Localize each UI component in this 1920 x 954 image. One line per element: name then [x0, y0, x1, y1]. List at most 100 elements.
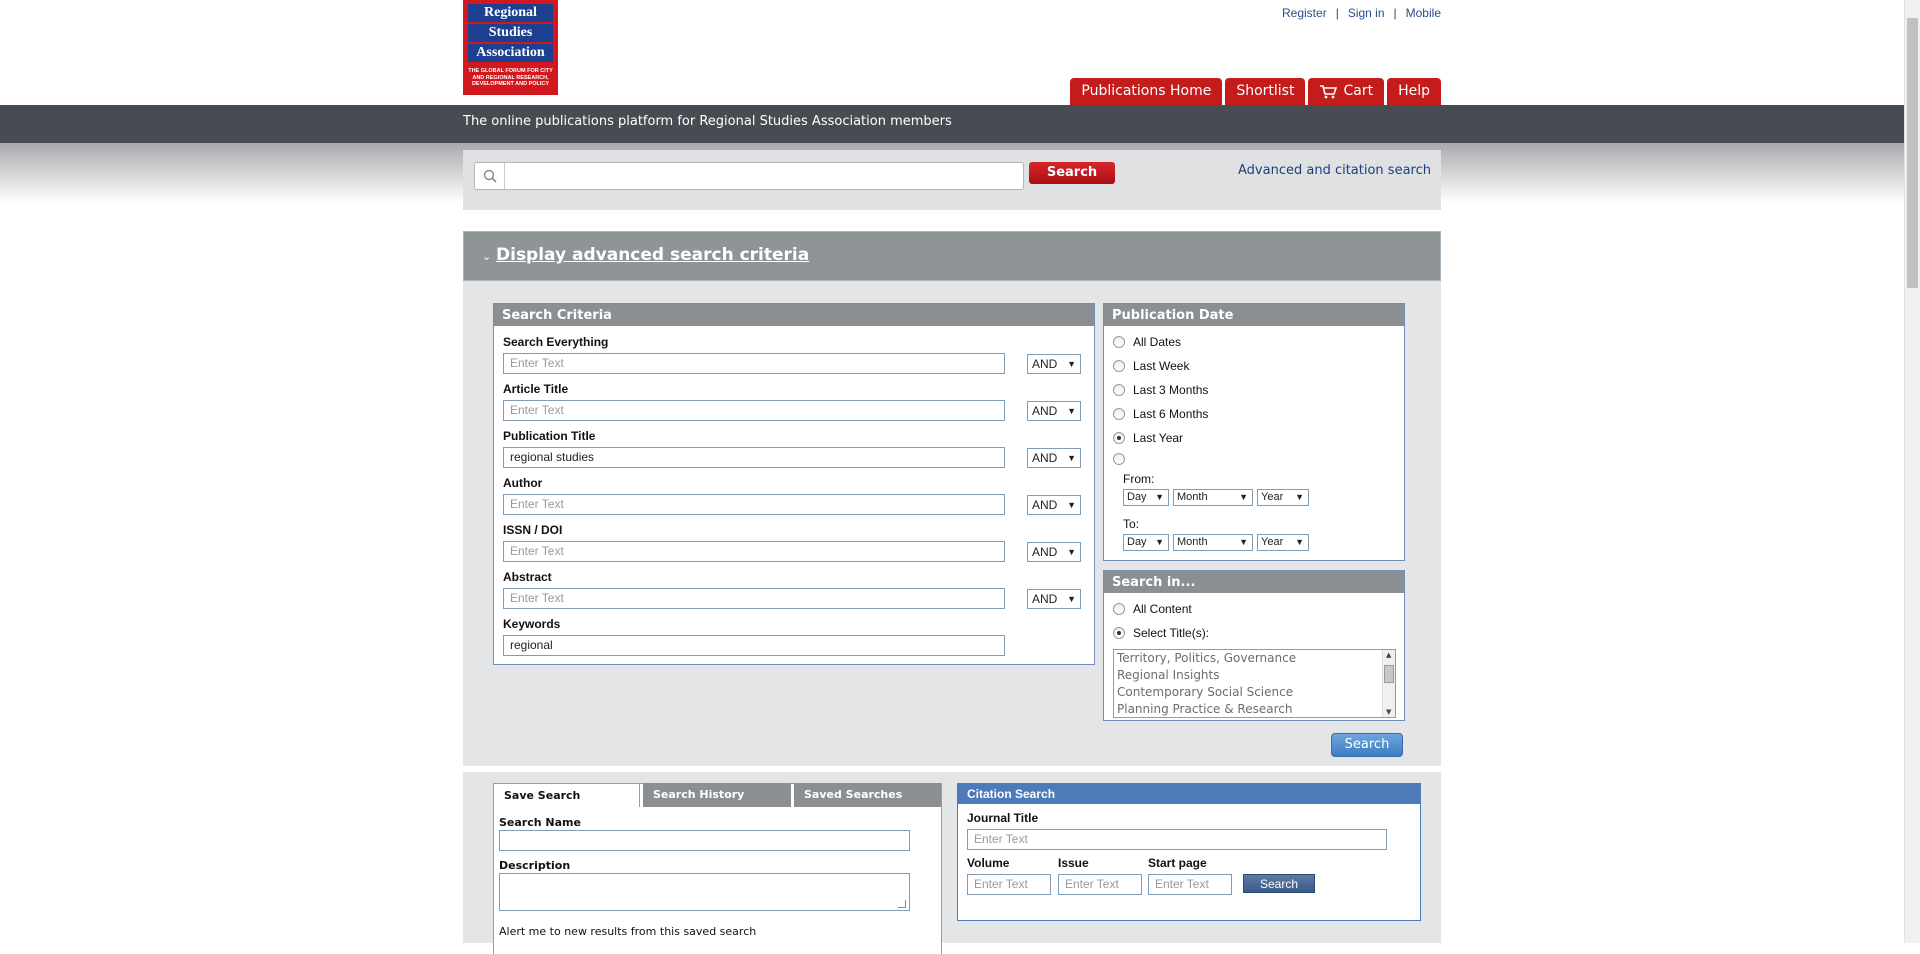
to-year-select[interactable]: Year ▼: [1257, 534, 1309, 551]
author-input[interactable]: Enter Text: [503, 494, 1005, 515]
mobile-link[interactable]: Mobile: [1406, 6, 1441, 20]
radio-select-titles[interactable]: [1113, 627, 1125, 639]
field-label: Article Title: [503, 382, 569, 396]
volume-input[interactable]: Enter Text: [967, 874, 1051, 895]
page-scrollbar[interactable]: [1904, 0, 1920, 943]
operator-value: AND: [1032, 404, 1058, 418]
title-listbox[interactable]: Territory, Politics, Governance Regional…: [1113, 649, 1396, 718]
nav-label: Cart: [1343, 83, 1374, 99]
quick-search-box: [474, 162, 1024, 190]
radio-custom-range[interactable]: [1113, 453, 1125, 465]
scroll-down-icon[interactable]: ▼: [1386, 708, 1391, 716]
search-criteria-panel: Search Criteria Search Everything Enter …: [493, 303, 1095, 665]
search-name-label: Search Name: [499, 816, 581, 829]
advanced-search-body: Search Criteria Search Everything Enter …: [463, 281, 1441, 766]
listbox-scrollbar[interactable]: ▲ ▼: [1382, 650, 1395, 717]
operator-select[interactable]: AND ▼: [1027, 448, 1081, 468]
issn-doi-input[interactable]: Enter Text: [503, 541, 1005, 562]
dropdown-arrow-icon: ▼: [1295, 492, 1304, 502]
field-label: ISSN / DOI: [503, 523, 563, 537]
nav-shortlist[interactable]: Shortlist: [1225, 78, 1306, 105]
tab-saved-searches[interactable]: Saved Searches: [794, 783, 941, 807]
select-value: Year: [1261, 536, 1284, 548]
nav-cart[interactable]: Cart: [1308, 78, 1385, 105]
publication-title-input[interactable]: regional studies: [503, 447, 1005, 468]
keywords-input[interactable]: regional: [503, 635, 1005, 656]
radio-last-year[interactable]: [1113, 432, 1125, 444]
nav-label: Publications Home: [1081, 83, 1212, 99]
nav-label: Help: [1398, 83, 1430, 99]
to-day-select[interactable]: Day ▼: [1123, 534, 1169, 551]
operator-select[interactable]: AND ▼: [1027, 542, 1081, 562]
saved-search-panel: Save Search Search History Saved Searche…: [493, 783, 942, 954]
signin-link[interactable]: Sign in: [1348, 6, 1385, 20]
page-container: Regional Studies Association THE GLOBAL …: [463, 0, 1441, 954]
to-label: To:: [1123, 517, 1140, 531]
dropdown-arrow-icon: ▼: [1239, 492, 1248, 502]
radio-label: Last 3 Months: [1133, 383, 1209, 397]
dropdown-arrow-icon: ▼: [1155, 537, 1164, 547]
operator-select[interactable]: AND ▼: [1027, 401, 1081, 421]
dropdown-arrow-icon: ▼: [1067, 547, 1076, 557]
list-item[interactable]: Territory, Politics, Governance: [1114, 650, 1395, 667]
article-title-input[interactable]: Enter Text: [503, 400, 1005, 421]
tab-search-history[interactable]: Search History: [643, 783, 791, 807]
advanced-search-link[interactable]: Advanced and citation search: [1238, 163, 1431, 178]
register-link[interactable]: Register: [1282, 6, 1327, 20]
select-value: Month: [1177, 491, 1208, 503]
list-item[interactable]: Planning Practice & Research: [1114, 701, 1395, 717]
tab-save-search[interactable]: Save Search: [493, 783, 640, 807]
nav-publications-home[interactable]: Publications Home: [1070, 78, 1223, 105]
radio-last-6-months[interactable]: [1113, 408, 1125, 420]
scrollbar-thumb[interactable]: [1907, 18, 1918, 288]
list-item[interactable]: Contemporary Social Science: [1114, 684, 1395, 701]
resize-handle[interactable]: [898, 900, 906, 908]
scroll-up-icon[interactable]: ▲: [1386, 651, 1391, 659]
abstract-input[interactable]: Enter Text: [503, 588, 1005, 609]
list-item[interactable]: Regional Insights: [1114, 667, 1395, 684]
journal-title-input[interactable]: Enter Text: [967, 829, 1387, 850]
quick-search-panel: Search Advanced and citation search: [463, 150, 1441, 210]
cart-icon: [1319, 84, 1338, 99]
nav-help[interactable]: Help: [1387, 78, 1441, 105]
operator-select[interactable]: AND ▼: [1027, 589, 1081, 609]
chevron-down-icon: ⌄: [482, 250, 492, 263]
search-icon: [475, 163, 505, 189]
logo-line-1: Regional: [468, 4, 553, 22]
description-textarea[interactable]: [499, 873, 910, 911]
radio-last-3-months[interactable]: [1113, 384, 1125, 396]
quick-search-button[interactable]: Search: [1029, 162, 1115, 184]
quick-search-input[interactable]: [506, 163, 1022, 189]
advanced-search-toggle[interactable]: Display advanced search criteria: [496, 245, 809, 265]
operator-select[interactable]: AND ▼: [1027, 495, 1081, 515]
advanced-search-header[interactable]: ⌄ Display advanced search criteria: [463, 231, 1441, 281]
citation-search-button[interactable]: Search: [1243, 874, 1315, 893]
from-day-select[interactable]: Day ▼: [1123, 489, 1169, 506]
bottom-section: Save Search Search History Saved Searche…: [463, 772, 1441, 954]
radio-all-content[interactable]: [1113, 603, 1125, 615]
logo-line-3: Association: [468, 44, 553, 62]
publication-date-title: Publication Date: [1104, 304, 1404, 326]
field-label: Keywords: [503, 617, 561, 631]
select-value: Day: [1127, 536, 1147, 548]
from-month-select[interactable]: Month ▼: [1173, 489, 1253, 506]
rsa-logo[interactable]: Regional Studies Association THE GLOBAL …: [463, 0, 558, 95]
field-label: Author: [503, 476, 543, 490]
radio-last-week[interactable]: [1113, 360, 1125, 372]
search-in-panel: Search in... All Content Select Title(s)…: [1103, 570, 1405, 721]
dropdown-arrow-icon: ▼: [1155, 492, 1164, 502]
issue-input[interactable]: Enter Text: [1058, 874, 1142, 895]
to-month-select[interactable]: Month ▼: [1173, 534, 1253, 551]
operator-value: AND: [1032, 545, 1058, 559]
from-year-select[interactable]: Year ▼: [1257, 489, 1309, 506]
radio-all-dates[interactable]: [1113, 336, 1125, 348]
advanced-search-button[interactable]: Search: [1331, 733, 1403, 757]
from-label: From:: [1123, 472, 1155, 486]
search-everything-input[interactable]: Enter Text: [503, 353, 1005, 374]
scrollbar-thumb[interactable]: [1384, 665, 1394, 683]
start-page-input[interactable]: Enter Text: [1148, 874, 1232, 895]
operator-select[interactable]: AND ▼: [1027, 354, 1081, 374]
start-page-label: Start page: [1148, 856, 1207, 870]
link-separator: |: [1335, 6, 1339, 20]
search-name-input[interactable]: [499, 830, 910, 851]
